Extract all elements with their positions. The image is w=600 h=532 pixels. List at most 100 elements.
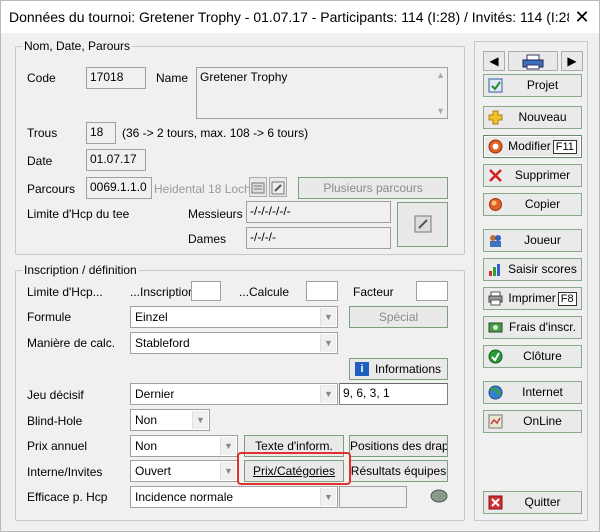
- nouveau-button[interactable]: Nouveau: [483, 106, 582, 129]
- informations-label: Informations: [374, 362, 441, 376]
- interne-select[interactable]: Ouvert ▼: [130, 460, 238, 482]
- chevron-down-icon[interactable]: ▼: [220, 437, 236, 455]
- name-value: Gretener Trophy: [200, 70, 288, 84]
- blind-label: Blind-Hole: [27, 414, 83, 428]
- copier-button[interactable]: Copier: [483, 193, 582, 216]
- chevron-down-icon[interactable]: ▼: [320, 308, 336, 326]
- copy-icon: [489, 198, 502, 211]
- plus-icon: [488, 110, 503, 125]
- projet-label: Projet: [526, 78, 559, 92]
- parcours-edit-button[interactable]: [269, 177, 287, 197]
- interne-value: Ouvert: [135, 464, 172, 478]
- exit-icon: [488, 495, 503, 510]
- messieurs-label: Messieurs: [188, 207, 243, 221]
- date-field[interactable]: 01.07.17: [86, 149, 146, 171]
- prix-annuel-select[interactable]: Non ▼: [130, 435, 238, 457]
- chevron-down-icon[interactable]: ▼: [320, 385, 336, 403]
- chevron-down-icon[interactable]: ▼: [192, 411, 208, 429]
- scroll-down-icon[interactable]: ▼: [436, 106, 445, 116]
- messieurs-field[interactable]: -/-/-/-/-/-: [246, 201, 391, 223]
- highlight-box: [237, 452, 351, 485]
- resultats-equipes-button[interactable]: Résultats équipes: [349, 460, 448, 482]
- printer-icon: [488, 291, 503, 306]
- modifier-button[interactable]: Modifier F11: [483, 135, 582, 158]
- edit-icon: [488, 139, 503, 154]
- calcule-label: ...Calcule: [239, 285, 290, 299]
- code-field[interactable]: 17018: [86, 67, 146, 89]
- internet-label: Internet: [522, 385, 563, 399]
- chevron-down-icon[interactable]: ▼: [320, 334, 336, 352]
- interne-label: Interne/Invites: [27, 465, 103, 479]
- project-icon: [488, 78, 503, 93]
- chevron-down-icon[interactable]: ▼: [320, 488, 336, 506]
- supprimer-button[interactable]: Supprimer: [483, 164, 582, 187]
- close-button[interactable]: ✕: [569, 5, 595, 29]
- globe-icon: [488, 385, 503, 400]
- plusieurs-parcours-button[interactable]: Plusieurs parcours: [298, 177, 448, 199]
- group-legend: Inscription / définition: [24, 263, 137, 277]
- jeu-select[interactable]: Dernier ▼: [130, 383, 338, 405]
- blind-select[interactable]: Non ▼: [130, 409, 210, 431]
- prev-button[interactable]: ◀: [483, 51, 505, 71]
- nouveau-label: Nouveau: [518, 110, 567, 124]
- money-icon: [488, 322, 503, 333]
- imprimer-shortcut: F8: [557, 292, 577, 306]
- inscription-label: ...Inscription: [130, 285, 195, 299]
- copier-label: Copier: [524, 197, 561, 211]
- delete-icon: [489, 169, 502, 182]
- online-button[interactable]: OnLine: [483, 410, 582, 433]
- efficace-select[interactable]: Incidence normale ▼: [130, 486, 338, 508]
- name-field[interactable]: Gretener Trophy ▲ ▼: [196, 67, 448, 119]
- inscription-field[interactable]: [191, 281, 221, 301]
- frais-label: Frais d'inscr.: [509, 320, 576, 334]
- saisir-scores-button[interactable]: Saisir scores: [483, 258, 582, 281]
- frais-inscr-button[interactable]: Frais d'inscr.: [483, 316, 582, 339]
- quitter-button[interactable]: Quitter: [483, 491, 582, 514]
- group-legend: Nom, Date, Parours: [24, 39, 131, 53]
- jeu-value: Dernier: [135, 387, 175, 401]
- online-icon: [488, 414, 503, 429]
- code-label: Code: [27, 71, 56, 85]
- modifier-shortcut: F11: [552, 140, 577, 154]
- maniere-label: Manière de calc.: [27, 336, 116, 350]
- positions-drapeaux-button[interactable]: Positions des drap: [349, 435, 448, 457]
- efficace-action-icon[interactable]: [429, 487, 449, 505]
- joueur-button[interactable]: Joueur: [483, 229, 582, 252]
- internet-button[interactable]: Internet: [483, 381, 582, 404]
- projet-button[interactable]: Projet: [483, 74, 582, 97]
- joueur-label: Joueur: [524, 233, 561, 247]
- dames-field[interactable]: -/-/-/-: [246, 227, 391, 249]
- parcours-list-button[interactable]: [249, 177, 267, 197]
- jeu-label: Jeu décisif: [27, 388, 84, 402]
- printer-icon: [522, 54, 544, 70]
- scroll-up-icon[interactable]: ▲: [436, 70, 445, 80]
- print-icon-button[interactable]: [508, 51, 558, 71]
- hcp-limit-label: Limite d'Hcp...: [27, 285, 103, 299]
- quitter-label: Quitter: [524, 495, 561, 509]
- calcule-field[interactable]: [306, 281, 338, 301]
- cloture-button[interactable]: Clôture: [483, 345, 582, 368]
- jeu-holes-field[interactable]: 9, 6, 3, 1: [339, 383, 448, 405]
- parcours-label: Parcours: [27, 182, 76, 196]
- imprimer-label: Imprimer: [508, 291, 556, 305]
- hcp-tee-label: Limite d'Hcp du tee: [27, 207, 130, 221]
- scores-icon: [489, 264, 500, 276]
- next-button[interactable]: ▶: [561, 51, 583, 71]
- imprimer-button[interactable]: Imprimer F8: [483, 287, 582, 310]
- trous-label: Trous: [27, 126, 58, 140]
- maniere-value: Stableford: [135, 336, 190, 350]
- facteur-field[interactable]: [416, 281, 448, 301]
- informations-button[interactable]: i Informations: [349, 358, 448, 380]
- hcp-tee-edit-button[interactable]: [397, 202, 448, 247]
- prix-value: Non: [135, 439, 158, 453]
- maniere-select[interactable]: Stableford ▼: [130, 332, 338, 354]
- formule-select[interactable]: Einzel ▼: [130, 306, 338, 328]
- chevron-down-icon[interactable]: ▼: [220, 462, 236, 480]
- formule-label: Formule: [27, 310, 72, 324]
- efficace-extra-field[interactable]: [339, 486, 407, 508]
- trous-field[interactable]: 18: [86, 122, 116, 144]
- supprimer-label: Supprimer: [514, 168, 571, 182]
- special-button[interactable]: Spécial: [349, 306, 448, 328]
- parcours-field[interactable]: 0069.1.1.0: [86, 177, 152, 199]
- info-icon: i: [355, 362, 369, 376]
